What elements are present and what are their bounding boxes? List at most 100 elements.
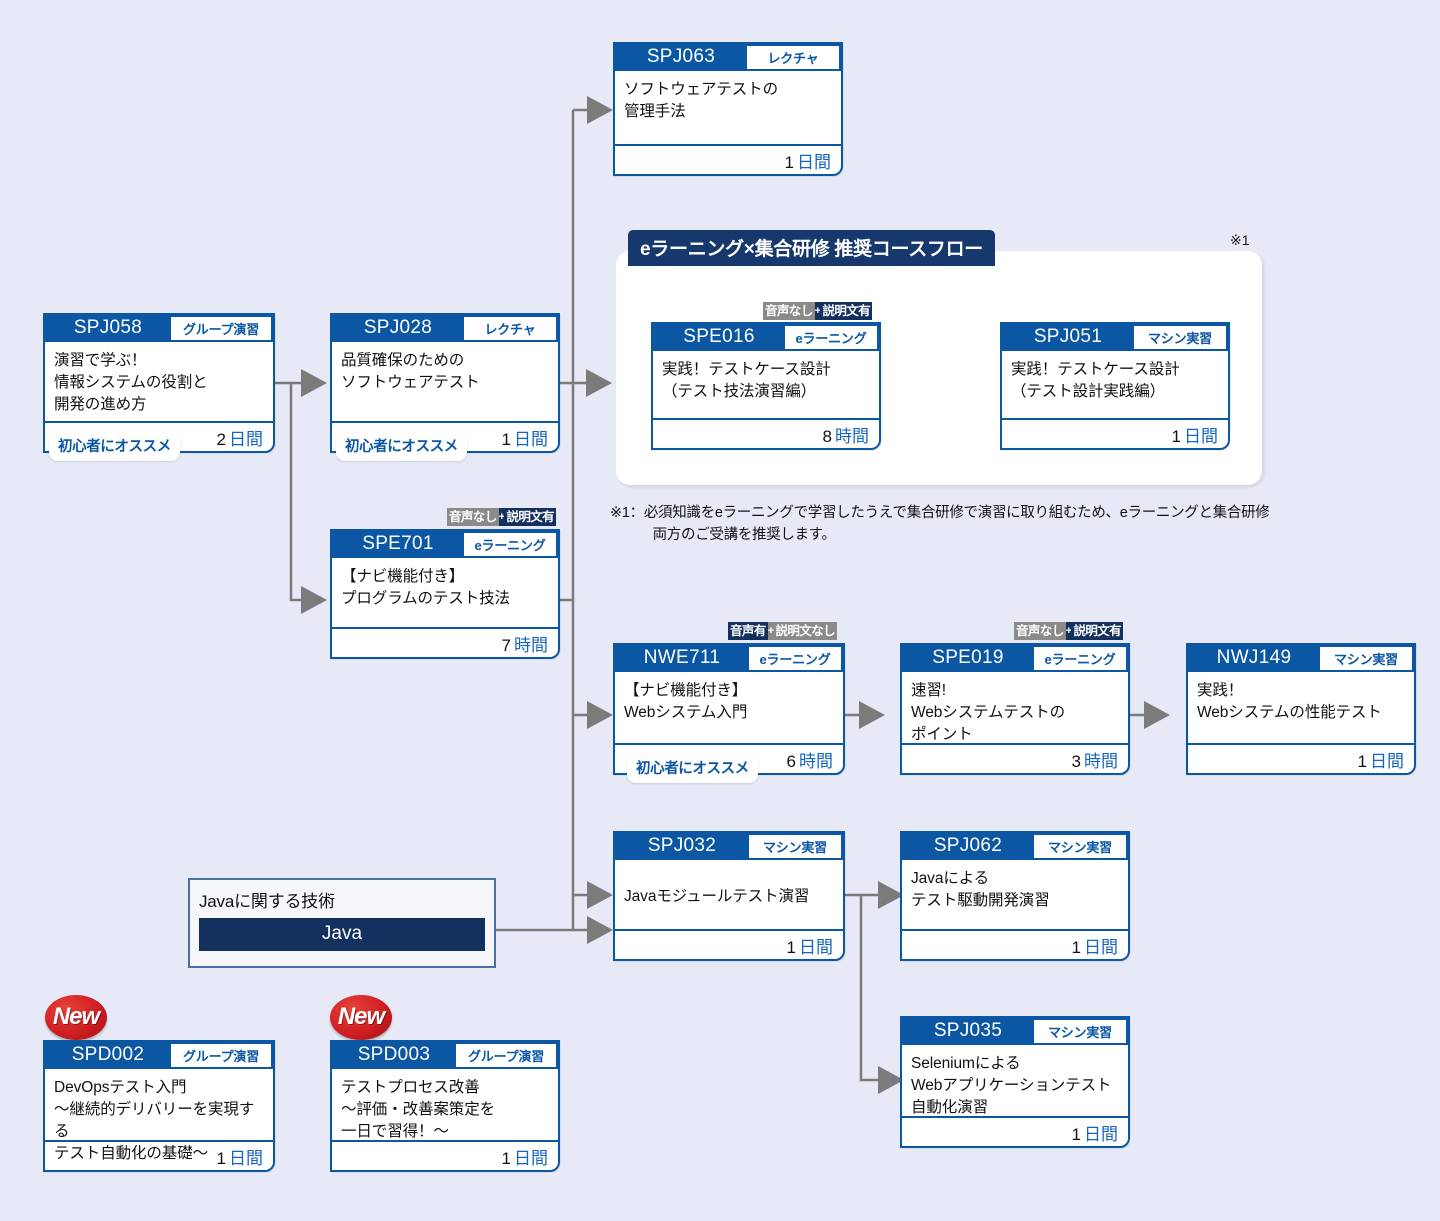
course-kind-badge: マシン実習 xyxy=(1034,835,1126,858)
card-header: SPD002 グループ演習 xyxy=(45,1042,273,1069)
availability-text: 説明文有 xyxy=(820,302,873,320)
availability-tag-spe701: 音声なし + 説明文有 xyxy=(447,508,557,526)
card-footer: 1 日間 xyxy=(45,1140,273,1170)
card-header: SPJ063 レクチャ xyxy=(615,44,841,71)
course-kind-badge: グループ演習 xyxy=(456,1044,556,1067)
course-card-spj028[interactable]: SPJ028 レクチャ 品質確保のための ソフトウェアテスト 1 日間 初心者にオ… xyxy=(330,313,560,461)
card-header: SPJ032 マシン実習 xyxy=(615,833,843,860)
course-code: SPD002 xyxy=(71,1044,145,1065)
course-title: 実践！テストケース設計 （テスト技法演習編） xyxy=(662,361,831,400)
course-kind-badge: グループ演習 xyxy=(171,317,271,340)
card-header: NWE711 eラーニング xyxy=(615,645,843,672)
new-badge-spd003: New xyxy=(330,995,392,1040)
course-kind-badge: eラーニング xyxy=(749,647,841,670)
new-badge-label: New xyxy=(337,1002,385,1030)
course-title: Javaによる テスト駆動開発演習 xyxy=(911,870,1050,909)
new-badge-spd002: New xyxy=(45,995,107,1040)
new-badge-label: New xyxy=(52,1002,100,1030)
card-footer: 3 時間 xyxy=(902,743,1128,773)
course-title: 【ナビ機能付き】 プログラムのテスト技法 xyxy=(341,568,510,607)
card-header: SPJ051 マシン実習 xyxy=(1002,324,1228,351)
course-code: SPJ058 xyxy=(73,317,143,338)
technology-box-java: Javaに関する技術 Java xyxy=(188,878,496,968)
course-code: SPE701 xyxy=(362,533,434,554)
course-code: SPD003 xyxy=(357,1044,431,1065)
card-footer: 8 時間 xyxy=(653,418,879,448)
course-code: SPJ035 xyxy=(933,1020,1003,1041)
course-title: テストプロセス改善 〜評価・改善案策定を 一日で習得！〜 xyxy=(341,1079,496,1140)
technology-box-name: Java xyxy=(199,918,485,951)
course-kind-badge: グループ演習 xyxy=(171,1044,271,1067)
course-card-nwj149[interactable]: NWJ149 マシン実習 実践！ Webシステムの性能テスト 1 日間 xyxy=(1186,643,1416,775)
course-card-spd002[interactable]: SPD002 グループ演習 DevOpsテスト入門 〜継続的デリバリーを実現する… xyxy=(43,1040,275,1172)
group-panel-title: eラーニング×集合研修 推奨コースフロー xyxy=(628,230,995,266)
availability-tag-spe016: 音声なし + 説明文有 xyxy=(763,302,873,320)
card-header: SPJ062 マシン実習 xyxy=(902,833,1128,860)
card-header: SPJ058 グループ演習 xyxy=(45,315,273,342)
card-header: SPE016 eラーニング xyxy=(653,324,879,351)
course-code: SPJ051 xyxy=(1033,326,1103,347)
beginner-recommended-pill: 初心者にオススメ xyxy=(49,431,180,461)
course-card-nwe711[interactable]: NWE711 eラーニング 【ナビ機能付き】 Webシステム入門 6 時間 初心者… xyxy=(613,643,845,783)
course-title: 実践！ Webシステムの性能テスト xyxy=(1197,682,1382,721)
availability-audio: 音声有 xyxy=(728,622,768,640)
course-card-spj035[interactable]: SPJ035 マシン実習 Seleniumによる Webアプリケーションテスト … xyxy=(900,1016,1130,1148)
course-title: ソフトウェアテストの 管理手法 xyxy=(624,81,779,120)
course-duration: 1 日間 xyxy=(1357,751,1404,771)
footnote-text: ※1：必須知識をeラーニングで学習したうえで集合研修で演習に取り組むため、eラー… xyxy=(610,505,1270,543)
course-title: Javaモジュールテスト演習 xyxy=(624,888,810,905)
course-kind-badge: マシン実習 xyxy=(749,835,841,858)
card-footer: 1 日間 xyxy=(902,929,1128,959)
availability-tag-nwe711: 音声有 + 説明文なし xyxy=(728,622,838,640)
card-header: SPJ035 マシン実習 xyxy=(902,1018,1128,1045)
course-kind-badge: マシン実習 xyxy=(1134,326,1226,349)
course-card-spj062[interactable]: SPJ062 マシン実習 Javaによる テスト駆動開発演習 1 日間 xyxy=(900,831,1130,961)
course-kind-badge: eラーニング xyxy=(464,533,556,556)
course-kind-badge: レクチャ xyxy=(747,46,839,69)
card-footer: 7 時間 xyxy=(332,627,558,657)
course-title: 速習! Webシステムテストの ポイント xyxy=(911,682,1066,743)
course-card-spj051[interactable]: SPJ051 マシン実習 実践！テストケース設計 （テスト設計実践編） 1 日間 xyxy=(1000,322,1230,450)
course-duration: 1 日間 xyxy=(501,1148,548,1168)
course-card-spe019[interactable]: SPE019 eラーニング 速習! Webシステムテストの ポイント 3 時間 xyxy=(900,643,1130,775)
course-duration: 1 日間 xyxy=(786,937,833,957)
availability-text: 説明文有 xyxy=(504,508,557,526)
course-kind-badge: レクチャ xyxy=(464,317,556,340)
course-title: 品質確保のための ソフトウェアテスト xyxy=(341,352,480,391)
card-header: SPD003 グループ演習 xyxy=(332,1042,558,1069)
course-duration: 6 時間 xyxy=(786,751,833,771)
availability-text: 説明文なし xyxy=(773,622,838,640)
course-code: SPJ063 xyxy=(646,46,716,67)
course-code: NWE711 xyxy=(643,647,721,668)
course-title: 実践！テストケース設計 （テスト設計実践編） xyxy=(1011,361,1180,400)
course-duration: 2 日間 xyxy=(216,429,263,449)
course-title: Seleniumによる Webアプリケーションテスト 自動化演習 xyxy=(911,1055,1112,1116)
course-card-spj063[interactable]: SPJ063 レクチャ ソフトウェアテストの 管理手法 1 日間 xyxy=(613,42,843,176)
beginner-recommended-pill: 初心者にオススメ xyxy=(627,753,758,783)
beginner-recommended-pill: 初心者にオススメ xyxy=(336,431,467,461)
footnote-marker: ※1 xyxy=(1230,232,1250,248)
card-footer: 1 日間 xyxy=(615,144,841,174)
card-footer: 1 日間 xyxy=(902,1116,1128,1146)
course-duration: 1 日間 xyxy=(216,1148,263,1168)
card-footer: 1 日間 xyxy=(1188,743,1414,773)
course-flow-diagram: eラーニング×集合研修 推奨コースフロー ※1 ※1：必須知識をeラーニングで学… xyxy=(0,0,1440,1221)
course-card-spe016[interactable]: SPE016 eラーニング 実践！テストケース設計 （テスト技法演習編） 8 時間 xyxy=(651,322,881,450)
course-card-spj058[interactable]: SPJ058 グループ演習 演習で学ぶ！ 情報システムの役割と 開発の進め方 2… xyxy=(43,313,275,461)
course-card-spe701[interactable]: SPE701 eラーニング 【ナビ機能付き】 プログラムのテスト技法 7 時間 xyxy=(330,529,560,659)
course-kind-badge: eラーニング xyxy=(1034,647,1126,670)
availability-text: 説明文有 xyxy=(1071,622,1124,640)
course-code: NWJ149 xyxy=(1216,647,1292,668)
connector-lines xyxy=(275,96,1170,1094)
course-duration: 1 日間 xyxy=(501,429,548,449)
course-kind-badge: eラーニング xyxy=(785,326,877,349)
availability-audio: 音声なし xyxy=(1014,622,1066,640)
course-code: SPJ028 xyxy=(363,317,433,338)
availability-audio: 音声なし xyxy=(763,302,815,320)
availability-tag-spe019: 音声なし + 説明文有 xyxy=(1014,622,1124,640)
course-duration: 1 日間 xyxy=(1171,426,1218,446)
course-card-spd003[interactable]: SPD003 グループ演習 テストプロセス改善 〜評価・改善案策定を 一日で習得… xyxy=(330,1040,560,1172)
course-title: 演習で学ぶ！ 情報システムの役割と 開発の進め方 xyxy=(54,352,208,413)
course-card-spj032[interactable]: SPJ032 マシン実習 Javaモジュールテスト演習 1 日間 xyxy=(613,831,845,961)
technology-box-label: Javaに関する技術 xyxy=(199,892,335,911)
